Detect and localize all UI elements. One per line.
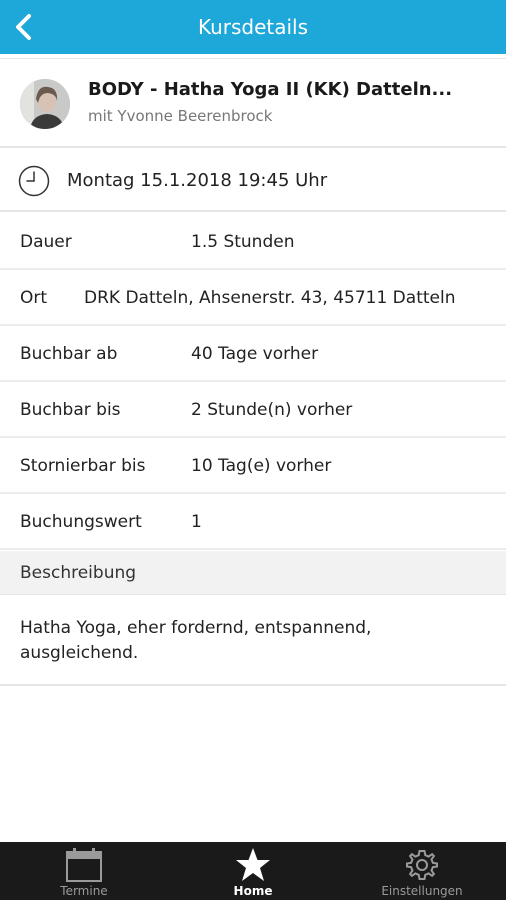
detail-label: Stornierbar bis	[20, 456, 146, 476]
tab-termine[interactable]: Termine	[0, 842, 168, 900]
detail-row-stornierbar-bis: Stornierbar bis 10 Tag(e) vorher	[0, 438, 506, 494]
description-text: Hatha Yoga, eher fordernd, entspannend, …	[20, 618, 372, 663]
description-header: Beschreibung	[0, 551, 506, 595]
detail-label: Buchbar ab	[20, 344, 118, 364]
avatar	[20, 79, 70, 129]
course-title: BODY - Hatha Yoga II (KK) Datteln...	[88, 79, 453, 100]
tab-label: Einstellungen	[381, 884, 463, 898]
tab-einstellungen[interactable]: Einstellungen	[338, 842, 506, 900]
tab-label: Termine	[60, 884, 108, 898]
detail-value: DRK Datteln, Ahsenerstr. 43, 45711 Datte…	[84, 288, 456, 308]
calendar-icon	[66, 848, 102, 882]
tab-label: Home	[233, 884, 273, 898]
detail-value: 1.5 Stunden	[191, 232, 295, 252]
clock-icon	[18, 165, 50, 197]
page-title: Kursdetails	[197, 15, 309, 39]
detail-value: 2 Stunde(n) vorher	[191, 400, 353, 420]
description-header-label: Beschreibung	[20, 563, 137, 583]
description-body: Hatha Yoga, eher fordernd, entspannend, …	[0, 596, 506, 686]
detail-label: Ort	[20, 288, 48, 308]
detail-row-buchbar-bis: Buchbar bis 2 Stunde(n) vorher	[0, 382, 506, 438]
detail-row-dauer: Dauer 1.5 Stunden	[0, 214, 506, 270]
course-summary: BODY - Hatha Yoga II (KK) Datteln... mit…	[0, 58, 506, 148]
detail-value: 1	[191, 512, 202, 532]
detail-row-buchbar-ab: Buchbar ab 40 Tage vorher	[0, 326, 506, 382]
datetime-text: Montag 15.1.2018 19:45 Uhr	[67, 170, 328, 191]
detail-value: 10 Tag(e) vorher	[191, 456, 332, 476]
detail-row-buchungswert: Buchungswert 1	[0, 494, 506, 550]
bottom-tab-bar: Termine Home Einstellungen	[0, 842, 506, 900]
course-instructor: mit Yvonne Beerenbrock	[88, 107, 273, 125]
detail-label: Dauer	[20, 232, 72, 252]
course-datetime: Montag 15.1.2018 19:45 Uhr	[0, 150, 506, 212]
star-icon	[236, 848, 270, 881]
gear-icon	[406, 850, 438, 880]
detail-row-ort: Ort DRK Datteln, Ahsenerstr. 43, 45711 D…	[0, 270, 506, 326]
tab-home[interactable]: Home	[169, 842, 337, 900]
app-header: Kursdetails	[0, 0, 506, 54]
detail-label: Buchungswert	[20, 512, 142, 532]
detail-label: Buchbar bis	[20, 400, 121, 420]
detail-value: 40 Tage vorher	[191, 344, 319, 364]
